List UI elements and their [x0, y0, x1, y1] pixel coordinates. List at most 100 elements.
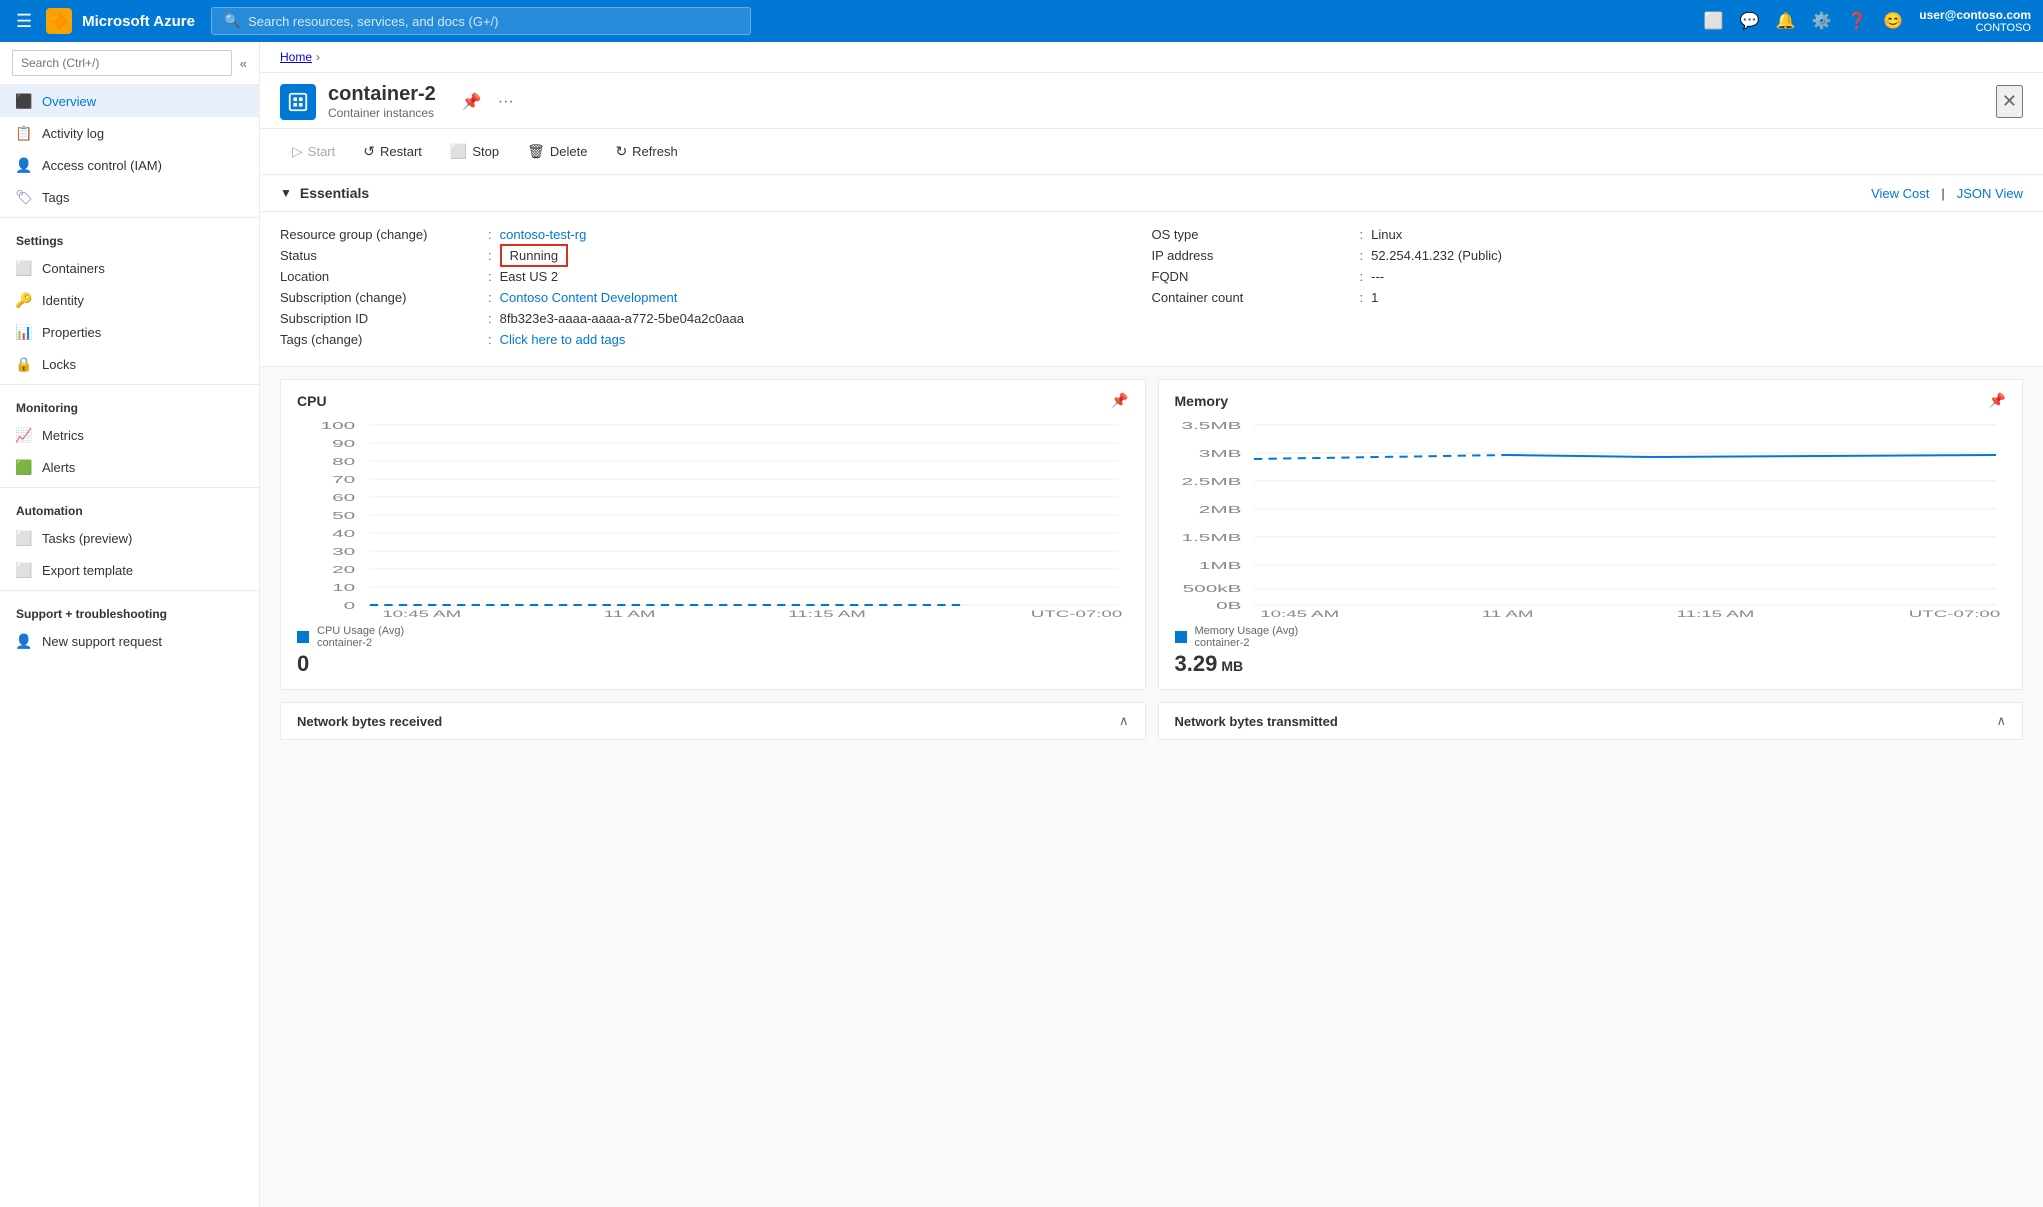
restart-icon: ↺: [363, 143, 375, 160]
essentials-title: Essentials: [300, 185, 369, 201]
subscription-link[interactable]: Contoso Content Development: [500, 290, 678, 305]
stop-button[interactable]: ⬜ Stop: [438, 137, 511, 166]
toolbar: ▷ Start ↺ Restart ⬜ Stop 🗑 Delete ↻ Refr…: [260, 129, 2043, 175]
activity-log-icon: 📋: [16, 125, 32, 141]
charts-grid: CPU 📌 100 90 80 70 60 50 40: [260, 367, 2043, 702]
sidebar-item-containers[interactable]: ⬜ Containers: [0, 252, 259, 284]
status-value: Running: [500, 248, 568, 263]
tags-icon: 🏷: [16, 189, 32, 205]
sidebar-label-overview: Overview: [42, 94, 96, 109]
search-icon: 🔍: [224, 13, 240, 29]
sidebar-item-locks[interactable]: 🔒 Locks: [0, 348, 259, 380]
sidebar-item-access-control[interactable]: 👤 Access control (IAM): [0, 149, 259, 181]
cpu-legend-label: CPU Usage (Avg): [317, 625, 404, 637]
export-template-icon: ⬜: [16, 562, 32, 578]
sidebar-item-overview[interactable]: ⬛ Overview: [0, 85, 259, 117]
resource-group-link[interactable]: contoso-test-rg: [500, 227, 587, 242]
feedback-icon[interactable]: 💬: [1740, 11, 1760, 31]
monitoring-section-label: Monitoring: [0, 389, 259, 419]
stop-label: Stop: [472, 144, 499, 159]
close-button[interactable]: ✕: [1996, 85, 2023, 118]
hamburger-menu[interactable]: ☰: [12, 7, 36, 36]
essentials-header[interactable]: ▼ Essentials View Cost | JSON View: [260, 175, 2043, 212]
cloud-shell-icon[interactable]: ⬜: [1704, 11, 1724, 31]
containers-icon: ⬜: [16, 260, 32, 276]
refresh-button[interactable]: ↻ Refresh: [603, 137, 689, 166]
subscription-label: Subscription (change): [280, 290, 480, 305]
content-area[interactable]: ▼ Essentials View Cost | JSON View Resou…: [260, 175, 2043, 1207]
sidebar-search-input[interactable]: [12, 50, 232, 76]
memory-value: 3.29: [1175, 651, 1218, 677]
sidebar-label-identity: Identity: [42, 293, 84, 308]
restart-button[interactable]: ↺ Restart: [351, 137, 434, 166]
essentials-right-col: OS type : Linux IP address : 52.254.41.2…: [1152, 224, 2024, 350]
support-section-label: Support + troubleshooting: [0, 595, 259, 625]
more-options-button[interactable]: ···: [494, 88, 518, 116]
brand-name: Microsoft Azure: [82, 13, 195, 30]
account-icon[interactable]: 😊: [1883, 11, 1903, 31]
network-transmitted-card[interactable]: Network bytes transmitted ∧: [1158, 702, 2024, 740]
start-icon: ▷: [292, 143, 303, 160]
notifications-icon[interactable]: 🔔: [1776, 11, 1796, 31]
memory-legend-text: Memory Usage (Avg) container-2: [1195, 625, 1299, 649]
sidebar-item-properties[interactable]: 📊 Properties: [0, 316, 259, 348]
cpu-value: 0: [297, 651, 309, 677]
essentials-subscription-id: Subscription ID : 8fb323e3-aaaa-aaaa-a77…: [280, 308, 1152, 329]
collapse-sidebar-icon[interactable]: «: [240, 56, 247, 71]
alerts-icon: 🟩: [16, 459, 32, 475]
essentials-grid: Resource group (change) : contoso-test-r…: [260, 212, 2043, 367]
svg-text:40: 40: [332, 528, 355, 539]
svg-text:UTC-07:00: UTC-07:00: [1031, 610, 1122, 617]
sidebar-label-new-support: New support request: [42, 634, 162, 649]
search-input[interactable]: [248, 14, 738, 29]
container-count-label: Container count: [1152, 290, 1352, 305]
memory-chart-header: Memory 📌: [1175, 392, 2007, 409]
resource-group-value: contoso-test-rg: [500, 227, 587, 242]
sidebar-item-alerts[interactable]: 🟩 Alerts: [0, 451, 259, 483]
sidebar-item-tasks[interactable]: ⬜ Tasks (preview): [0, 522, 259, 554]
cpu-chart-container: 100 90 80 70 60 50 40 30 20 10 0: [297, 417, 1129, 617]
tags-link[interactable]: Click here to add tags: [500, 332, 626, 347]
search-bar[interactable]: 🔍: [211, 7, 751, 35]
user-info[interactable]: user@contoso.com CONTOSO: [1919, 8, 2031, 34]
resource-subtitle: Container instances: [328, 106, 436, 120]
tags-label: Tags (change): [280, 332, 480, 347]
resource-title-group: container-2 Container instances: [328, 83, 436, 120]
memory-chart-pin-icon[interactable]: 📌: [1989, 392, 2006, 409]
sidebar-item-new-support[interactable]: 👤 New support request: [0, 625, 259, 657]
network-received-title: Network bytes received: [297, 714, 442, 729]
help-icon[interactable]: ❓: [1847, 11, 1867, 31]
settings-icon[interactable]: ⚙️: [1812, 11, 1832, 31]
bottom-charts: Network bytes received ∧ Network bytes t…: [260, 702, 2043, 752]
essentials-ip-address: IP address : 52.254.41.232 (Public): [1152, 245, 2024, 266]
network-received-chevron: ∧: [1119, 713, 1129, 729]
sidebar-item-metrics[interactable]: 📈 Metrics: [0, 419, 259, 451]
json-view-link[interactable]: JSON View: [1957, 186, 2023, 201]
status-label: Status: [280, 248, 480, 263]
delete-button[interactable]: 🗑 Delete: [515, 137, 599, 166]
status-badge: Running: [500, 244, 568, 267]
pin-resource-button[interactable]: 📌: [458, 88, 486, 116]
view-cost-link[interactable]: View Cost: [1871, 186, 1929, 201]
sidebar-item-export-template[interactable]: ⬜ Export template: [0, 554, 259, 586]
sidebar-item-activity-log[interactable]: 📋 Activity log: [0, 117, 259, 149]
sidebar-item-identity[interactable]: 🔑 Identity: [0, 284, 259, 316]
locks-icon: 🔒: [16, 356, 32, 372]
svg-text:UTC-07:00: UTC-07:00: [1908, 610, 1999, 617]
ip-address-value: 52.254.41.232 (Public): [1371, 248, 1502, 263]
cpu-chart-pin-icon[interactable]: 📌: [1111, 392, 1128, 409]
memory-chart-title: Memory: [1175, 393, 1229, 409]
sidebar: « ⬛ Overview 📋 Activity log 👤 Access con…: [0, 42, 260, 1207]
start-button[interactable]: ▷ Start: [280, 137, 347, 166]
sidebar-label-metrics: Metrics: [42, 428, 84, 443]
breadcrumb-home[interactable]: Home: [280, 50, 312, 64]
svg-text:10: 10: [332, 582, 355, 593]
svg-text:11:15 AM: 11:15 AM: [1676, 610, 1754, 617]
sidebar-item-tags[interactable]: 🏷 Tags: [0, 181, 259, 213]
subscription-id-label: Subscription ID: [280, 311, 480, 326]
main-content: Home › container-2 Container instances 📌…: [260, 42, 2043, 1207]
network-received-card[interactable]: Network bytes received ∧: [280, 702, 1146, 740]
memory-chart-legend: Memory Usage (Avg) container-2: [1175, 625, 2007, 649]
cpu-chart-legend: CPU Usage (Avg) container-2: [297, 625, 1129, 649]
essentials-location: Location : East US 2: [280, 266, 1152, 287]
